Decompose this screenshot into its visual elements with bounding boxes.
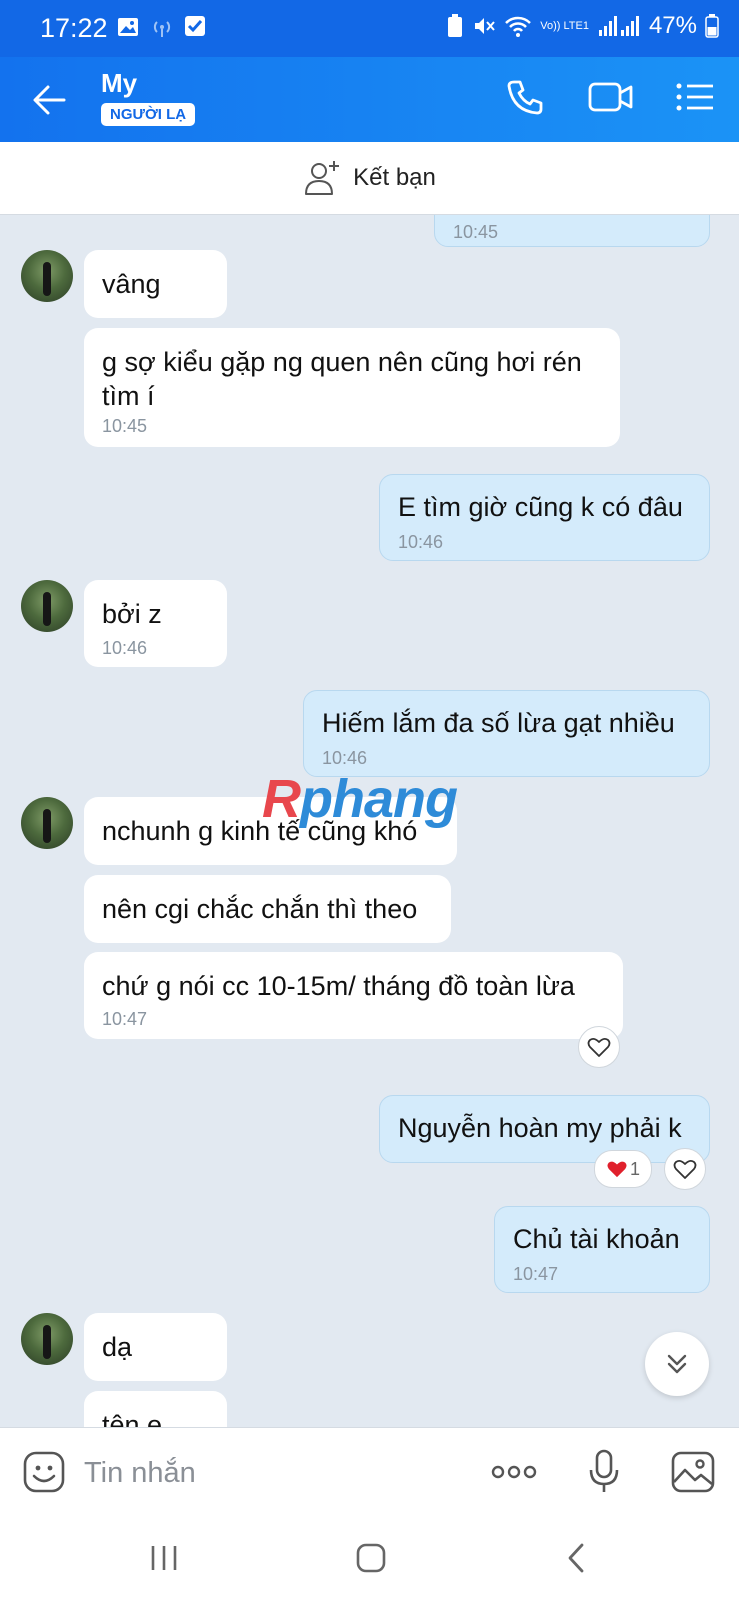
- signal-icon: [598, 16, 639, 36]
- message-text: g sợ kiểu gặp ng quen nên cũng hơi rén t…: [102, 347, 590, 411]
- message-time: 10:45: [453, 222, 499, 242]
- message-bubble-incoming[interactable]: g sợ kiểu gặp ng quen nên cũng hơi rén t…: [84, 328, 620, 447]
- home-icon[interactable]: [355, 1542, 387, 1574]
- composer-bar: [0, 1427, 739, 1516]
- heart-icon: [673, 1159, 697, 1179]
- heart-reaction-button[interactable]: [664, 1148, 706, 1190]
- avatar[interactable]: [21, 580, 73, 632]
- scroll-down-icon: [667, 1354, 687, 1374]
- battery-saver-icon: [448, 14, 463, 37]
- message-time: 10:47: [513, 1264, 559, 1284]
- system-nav-bar: [0, 1515, 739, 1600]
- status-bar: 17:22 Vo)) LTE1 47%: [0, 0, 739, 57]
- message-text: tên e: [102, 1410, 163, 1427]
- back-nav-icon[interactable]: [564, 1542, 588, 1574]
- watermark-logo: Rphang: [262, 769, 458, 829]
- contact-name[interactable]: My: [101, 68, 137, 99]
- recent-apps-icon[interactable]: [148, 1543, 180, 1573]
- message-text: Hiếm lắm đa số lừa gạt nhiều: [322, 708, 675, 738]
- mute-icon: [475, 18, 495, 34]
- chat-header: My NGƯỜI LẠ: [0, 57, 739, 142]
- add-friend-icon: [305, 161, 340, 195]
- phone-icon[interactable]: [505, 77, 545, 117]
- hotspot-icon: [153, 21, 171, 37]
- stranger-badge: NGƯỜI LẠ: [101, 103, 196, 126]
- message-bubble-outgoing[interactable]: Chủ tài khoản 10:47: [494, 1206, 710, 1293]
- message-time: 10:46: [102, 638, 148, 658]
- message-bubble-incoming[interactable]: dạ: [84, 1313, 227, 1381]
- reaction-count-badge[interactable]: 1: [594, 1150, 652, 1188]
- wifi-icon: [505, 16, 532, 37]
- message-time: 10:46: [322, 748, 368, 768]
- message-bubble-incoming[interactable]: bởi z 10:46: [84, 580, 227, 667]
- add-friend-label: Kết bạn: [353, 164, 436, 191]
- message-text: Nguyễn hoàn my phải k: [398, 1113, 682, 1143]
- message-text: nên cgi chắc chắn thì theo: [102, 894, 418, 924]
- checkbox-notification-icon: [185, 16, 205, 36]
- menu-list-icon[interactable]: [675, 77, 717, 117]
- message-text: vâng: [102, 269, 161, 299]
- message-text: chứ g nói cc 10-15m/ tháng đồ toàn lừa: [102, 971, 575, 1001]
- reaction-count: 1: [629, 1158, 640, 1179]
- battery-icon: [705, 14, 719, 38]
- avatar[interactable]: [21, 250, 73, 302]
- message-bubble-outgoing[interactable]: Nguyễn hoàn my phải k: [379, 1095, 710, 1163]
- message-bubble-incoming[interactable]: chứ g nói cc 10-15m/ tháng đồ toàn lừa 1…: [84, 952, 623, 1039]
- message-bubble-partial[interactable]: 10:45: [434, 215, 710, 247]
- status-time: 17:22: [40, 13, 108, 43]
- message-bubble-outgoing[interactable]: E tìm giờ cũng k có đâu 10:46: [379, 474, 710, 561]
- message-text: bởi z: [102, 599, 162, 629]
- message-text: dạ: [102, 1332, 133, 1362]
- message-time: 10:47: [102, 1009, 148, 1029]
- heart-icon: [587, 1037, 611, 1057]
- message-list[interactable]: 10:45 vâng g sợ kiểu gặp ng quen nên cũn…: [0, 215, 739, 1427]
- video-call-icon[interactable]: [587, 77, 635, 117]
- avatar[interactable]: [21, 1313, 73, 1365]
- message-bubble-incoming[interactable]: nên cgi chắc chắn thì theo: [84, 875, 451, 943]
- more-icon[interactable]: [490, 1458, 538, 1486]
- heart-reaction-button[interactable]: [578, 1026, 620, 1068]
- mic-icon[interactable]: [586, 1448, 622, 1496]
- sticker-icon[interactable]: [22, 1450, 66, 1494]
- message-bubble-outgoing[interactable]: Hiếm lắm đa số lừa gạt nhiều 10:46: [303, 690, 710, 777]
- add-friend-button[interactable]: Kết bạn: [0, 142, 739, 215]
- message-bubble-incoming[interactable]: vâng: [84, 250, 227, 318]
- scroll-to-bottom-button[interactable]: [645, 1332, 709, 1396]
- avatar[interactable]: [21, 797, 73, 849]
- red-heart-icon: [607, 1161, 627, 1178]
- battery-percent: 47%: [648, 12, 697, 39]
- message-text: Chủ tài khoản: [513, 1224, 680, 1254]
- message-bubble-incoming[interactable]: tên e: [84, 1391, 227, 1427]
- image-icon[interactable]: [670, 1450, 716, 1494]
- message-text: E tìm giờ cũng k có đâu: [398, 492, 683, 522]
- message-time: 10:45: [102, 416, 148, 436]
- message-input[interactable]: [82, 1450, 476, 1496]
- network-label: Vo)) LTE1: [540, 19, 589, 32]
- gallery-notification-icon: [118, 18, 138, 36]
- message-time: 10:46: [398, 532, 444, 552]
- back-arrow-icon[interactable]: [28, 79, 70, 121]
